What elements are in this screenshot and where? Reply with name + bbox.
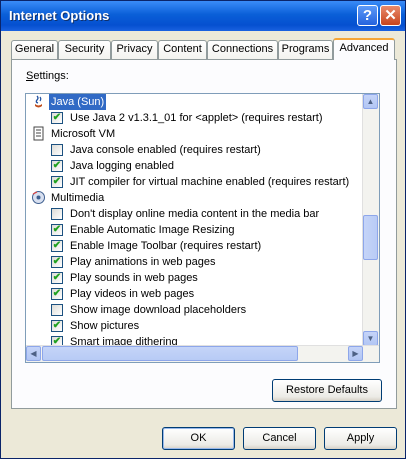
setting-play-videos[interactable]: ✔ Play videos in web pages xyxy=(26,286,366,302)
category-java-sun[interactable]: Java (Sun) xyxy=(26,94,366,110)
setting-image-toolbar[interactable]: ✔ Enable Image Toolbar (requires restart… xyxy=(26,238,366,254)
category-label: Microsoft VM xyxy=(51,128,116,140)
setting-java-console[interactable]: Java console enabled (requires restart) xyxy=(26,142,366,158)
setting-label: Enable Automatic Image Resizing xyxy=(70,224,235,236)
checkbox[interactable]: ✔ xyxy=(51,256,63,268)
setting-label: Play animations in web pages xyxy=(70,256,216,268)
java-icon xyxy=(35,95,42,108)
category-multimedia[interactable]: Multimedia xyxy=(26,190,366,206)
setting-label: Show pictures xyxy=(70,320,140,332)
setting-label: Play videos in web pages xyxy=(70,288,195,300)
tab-security[interactable]: Security xyxy=(58,40,111,59)
checkbox[interactable]: ✔ xyxy=(51,272,63,284)
checkbox[interactable]: ✔ xyxy=(51,176,63,188)
internet-options-dialog: Internet Options ? ✕ General Security Pr… xyxy=(0,0,406,459)
horizontal-scroll-thumb[interactable] xyxy=(42,346,298,361)
multimedia-icon xyxy=(32,191,45,204)
setting-label: Show image download placeholders xyxy=(70,304,247,316)
checkbox[interactable] xyxy=(51,304,63,316)
setting-play-sounds[interactable]: ✔ Play sounds in web pages xyxy=(26,270,366,286)
tab-content[interactable]: Content xyxy=(158,40,207,59)
scroll-right-button[interactable]: ▶ xyxy=(348,346,363,361)
setting-label: JIT compiler for virtual machine enabled… xyxy=(70,176,350,188)
setting-download-placeholders[interactable]: Show image download placeholders xyxy=(26,302,366,318)
help-button[interactable]: ? xyxy=(357,5,378,26)
vertical-scrollbar[interactable]: ▲ ▼ xyxy=(362,94,379,346)
setting-use-java2[interactable]: ✔ Use Java 2 v1.3.1_01 for <applet> (req… xyxy=(26,110,366,126)
checkbox[interactable]: ✔ xyxy=(51,224,63,236)
checkbox[interactable]: ✔ xyxy=(51,240,63,252)
window-title: Internet Options xyxy=(9,8,110,23)
setting-media-bar[interactable]: Don't display online media content in th… xyxy=(26,206,366,222)
restore-defaults-button[interactable]: Restore Defaults xyxy=(272,379,382,402)
category-label: Multimedia xyxy=(51,192,105,204)
setting-play-animations[interactable]: ✔ Play animations in web pages xyxy=(26,254,366,270)
checkbox[interactable] xyxy=(51,208,63,220)
cancel-button[interactable]: Cancel xyxy=(243,427,316,450)
checkbox[interactable]: ✔ xyxy=(51,160,63,172)
tab-general[interactable]: General xyxy=(11,40,58,59)
checkbox[interactable] xyxy=(51,144,63,156)
scroll-up-button[interactable]: ▲ xyxy=(363,94,378,109)
setting-label: Play sounds in web pages xyxy=(70,272,198,284)
horizontal-scrollbar[interactable]: ◀ ▶ xyxy=(26,345,379,362)
setting-jit-compiler[interactable]: ✔ JIT compiler for virtual machine enabl… xyxy=(26,174,366,190)
setting-label: Don't display online media content in th… xyxy=(70,208,320,220)
tab-programs[interactable]: Programs xyxy=(278,40,333,59)
tab-connections[interactable]: Connections xyxy=(207,40,278,59)
settings-label-rest: ettings: xyxy=(33,70,69,82)
setting-image-resizing[interactable]: ✔ Enable Automatic Image Resizing xyxy=(26,222,366,238)
checkbox[interactable]: ✔ xyxy=(51,288,63,300)
ok-button[interactable]: OK xyxy=(162,427,235,450)
setting-java-logging[interactable]: ✔ Java logging enabled xyxy=(26,158,366,174)
setting-show-pictures[interactable]: ✔ Show pictures xyxy=(26,318,366,334)
category-microsoft-vm[interactable]: Microsoft VM xyxy=(26,126,366,142)
title-bar[interactable]: Internet Options ? ✕ xyxy=(1,1,405,31)
document-icon xyxy=(33,126,44,141)
category-label: Java (Sun) xyxy=(49,94,107,110)
vertical-scroll-thumb[interactable] xyxy=(363,215,378,260)
checkbox[interactable]: ✔ xyxy=(51,320,63,332)
scroll-left-button[interactable]: ◀ xyxy=(26,346,41,361)
settings-label: Settings: xyxy=(26,70,69,82)
setting-label: Use Java 2 v1.3.1_01 for <applet> (requi… xyxy=(70,112,323,124)
checkbox[interactable]: ✔ xyxy=(51,112,63,124)
setting-label: Enable Image Toolbar (requires restart) xyxy=(70,240,262,252)
setting-label: Java console enabled (requires restart) xyxy=(70,144,261,156)
settings-tree[interactable]: Java (Sun) ✔ Use Java 2 v1.3.1_01 for <a… xyxy=(25,93,380,363)
setting-label: Java logging enabled xyxy=(70,160,174,172)
tab-privacy[interactable]: Privacy xyxy=(111,40,158,59)
apply-button[interactable]: Apply xyxy=(324,427,397,450)
close-button[interactable]: ✕ xyxy=(380,5,401,26)
scroll-down-button[interactable]: ▼ xyxy=(363,331,378,346)
tab-advanced[interactable]: Advanced xyxy=(333,38,395,60)
tab-strip: General Security Privacy Content Connect… xyxy=(11,38,401,60)
